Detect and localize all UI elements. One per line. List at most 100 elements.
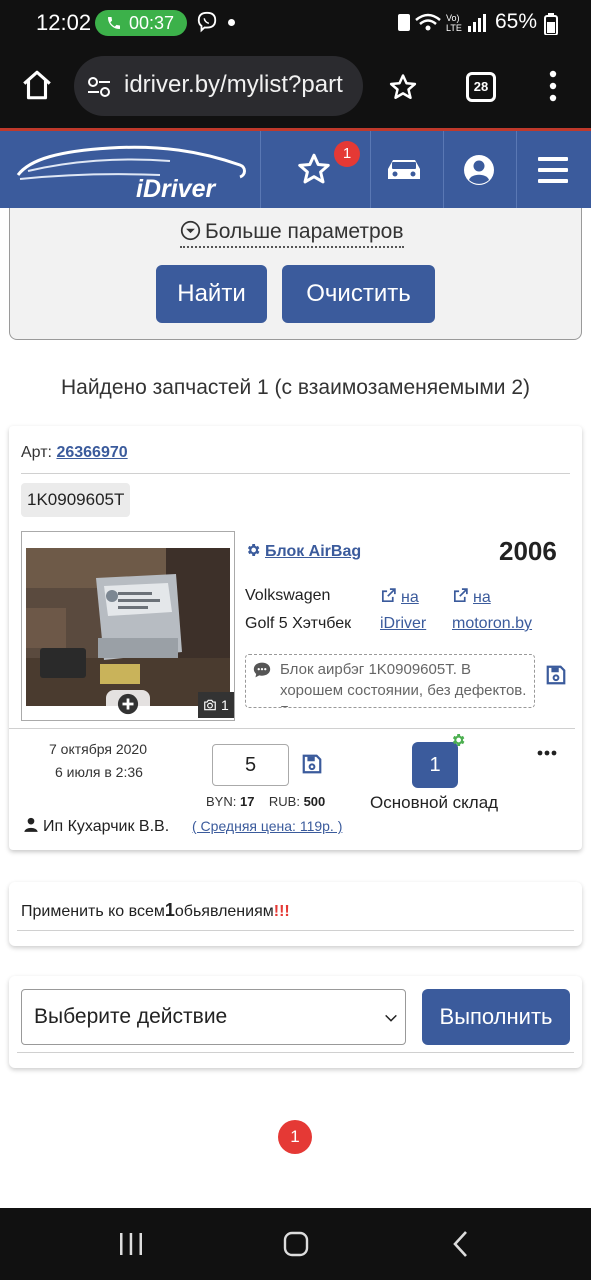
add-photo-button[interactable]: [106, 690, 150, 718]
svg-text:Vo): Vo): [446, 13, 460, 23]
price-line: BYN: 17 RUB: 500: [206, 794, 325, 809]
bulk-action-card: Выберите действие Выполнить: [9, 976, 582, 1068]
execute-button[interactable]: Выполнить: [422, 989, 570, 1045]
garage-button[interactable]: [370, 131, 442, 208]
find-button[interactable]: Найти: [156, 265, 267, 323]
chevron-circle-icon: [180, 220, 201, 241]
apply-count: 1: [164, 900, 175, 920]
url-text[interactable]: idriver.by/mylist?part: [124, 71, 356, 99]
favorites-button[interactable]: [296, 131, 368, 208]
chevron-down-icon: [385, 1014, 397, 1022]
plus-icon: [117, 693, 139, 715]
car-brand: Volkswagen: [245, 587, 331, 604]
phone-icon: [108, 17, 120, 29]
user-icon: [464, 155, 494, 185]
svg-text:LTE: LTE: [446, 23, 462, 33]
call-chip[interactable]: 00:37: [95, 10, 187, 36]
part-card: Арт: 26366970 1K0909605T 1 Блок AirBag 2…: [9, 426, 582, 850]
stock-count-button[interactable]: 1: [412, 742, 458, 788]
divider: [17, 1052, 574, 1053]
part-name: Блок AirBag: [265, 543, 362, 560]
bulk-apply-text: Применить ко всем1обьявлениям!!!: [21, 900, 290, 921]
ellipsis-icon[interactable]: [537, 750, 557, 756]
quantity-input[interactable]: 5: [212, 744, 289, 786]
photo-count-badge[interactable]: 1: [198, 692, 234, 718]
car-model: Golf 5 Хэтчбек: [245, 615, 352, 632]
date-added: 7 октября 2020: [49, 741, 147, 757]
header-divider: [260, 131, 261, 208]
back-icon[interactable]: [452, 1230, 470, 1258]
seller-name: Ип Кухарчик В.В.: [43, 818, 170, 835]
results-count: Найдено запчастей 1 (с взаимозаменяемыми…: [60, 376, 530, 399]
price-rub-label: RUB:: [268, 794, 300, 809]
clear-button[interactable]: Очистить: [282, 265, 435, 323]
article-label: Арт:: [21, 444, 52, 461]
average-price-link[interactable]: ( Средняя цена: 119р. ): [192, 818, 342, 834]
favorites-star-icon: [298, 153, 330, 184]
tabs-icon[interactable]: 28: [466, 72, 496, 102]
part-photo[interactable]: 1: [21, 531, 235, 721]
price-byn: 17: [239, 794, 255, 809]
part-name-link[interactable]: Блок AirBag: [245, 542, 361, 561]
action-select[interactable]: Выберите действие: [21, 989, 406, 1045]
date-updated: 6 июля в 2:36: [55, 764, 143, 780]
motoron-link-label[interactable]: motoron.by: [452, 615, 532, 633]
status-time: 12:02: [36, 10, 92, 35]
save-icon[interactable]: [301, 753, 323, 775]
camera-icon: [204, 699, 216, 711]
comment-text[interactable]: Блок аирбэг 1K0909605T. В хорошем состоя…: [280, 659, 528, 707]
gear-icon[interactable]: [450, 732, 466, 748]
home-icon[interactable]: [20, 68, 54, 102]
battery-percent: 65%: [495, 10, 538, 33]
article-number-link[interactable]: 26366970: [56, 444, 127, 461]
hamburger-icon: [538, 157, 568, 183]
part-photo-image[interactable]: [26, 548, 230, 706]
motoron-link-top: на: [473, 589, 491, 606]
account-button[interactable]: [443, 131, 515, 208]
bulk-apply-card: Применить ко всем1обьявлениям!!!: [9, 882, 582, 946]
idriver-link[interactable]: на: [380, 587, 419, 607]
address-bar[interactable]: idriver.by/mylist?part: [74, 56, 363, 116]
recents-icon[interactable]: [118, 1232, 144, 1256]
comment-icon: [253, 662, 271, 678]
main-menu-button[interactable]: [516, 131, 588, 208]
viber-icon: [197, 11, 217, 33]
site-logo[interactable]: iDriver: [0, 131, 260, 208]
gear-icon: [247, 544, 260, 556]
save-icon[interactable]: [545, 664, 567, 686]
filter-panel: Больше параметров Найти Очистить: [9, 208, 582, 340]
tune-icon[interactable]: [86, 75, 112, 99]
idriver-link-top: на: [401, 589, 419, 606]
pagination-current-page[interactable]: 1: [278, 1120, 312, 1154]
photo-count: 1: [221, 697, 229, 713]
battery-icon: [544, 13, 558, 35]
more-params-toggle[interactable]: Больше параметров: [180, 220, 404, 248]
divider: [17, 930, 574, 931]
call-timer: 00:37: [129, 13, 175, 33]
star-icon[interactable]: [388, 72, 418, 102]
article-line: Арт: 26366970: [21, 444, 128, 462]
oem-code-tag: 1K0909605T: [21, 483, 131, 517]
more-params-label: Больше параметров: [205, 220, 404, 243]
favorites-badge: 1: [334, 141, 360, 167]
idriver-link-label[interactable]: iDriver: [380, 615, 426, 633]
signal-icons: Vo) LTE: [398, 13, 486, 33]
person-icon: [24, 817, 38, 832]
kebab-menu-icon[interactable]: [548, 70, 558, 102]
browser-toolbar: idriver.by/mylist?part 28: [0, 46, 591, 128]
comment-textarea[interactable]: Блок аирбэг 1K0909605T. В хорошем состоя…: [245, 654, 535, 708]
apply-marks: !!!: [273, 903, 290, 920]
part-year: 2006: [499, 536, 557, 566]
seller: Ип Кухарчик В.В.: [23, 816, 169, 836]
car-icon: [388, 160, 420, 179]
notification-dot: [228, 19, 235, 26]
divider: [21, 473, 570, 474]
site-header: iDriver 1: [0, 128, 591, 208]
nav-home-icon[interactable]: [283, 1231, 309, 1257]
system-nav-bar: [0, 1208, 591, 1280]
price-byn-label: BYN:: [206, 794, 237, 809]
motoron-link[interactable]: на: [452, 587, 491, 607]
divider: [9, 728, 575, 729]
logo-text: iDriver: [136, 175, 216, 203]
page-content: Больше параметров Найти Очистить Найдено…: [0, 208, 591, 1208]
